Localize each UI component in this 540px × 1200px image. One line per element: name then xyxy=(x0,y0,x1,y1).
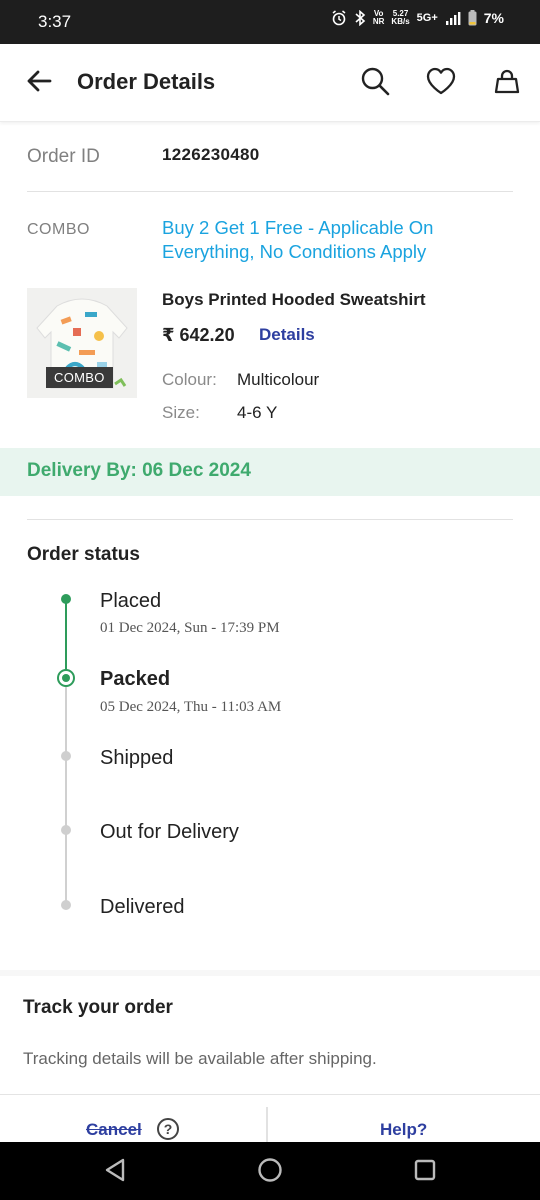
timeline-pending-line xyxy=(65,678,67,904)
nav-back-button[interactable] xyxy=(102,1158,128,1187)
step-placed-label: Placed xyxy=(100,590,162,612)
nav-home-button[interactable] xyxy=(257,1157,283,1188)
product-thumbnail[interactable]: COMBO xyxy=(27,288,137,398)
step-shipped-dot xyxy=(61,751,71,761)
page-title: Order Details xyxy=(77,69,216,94)
bag-button[interactable] xyxy=(490,66,524,100)
colour-label: Colour: xyxy=(162,370,217,389)
status-time: 3:37 xyxy=(38,12,72,31)
combo-badge: COMBO xyxy=(46,367,113,388)
square-recents-icon xyxy=(413,1158,437,1187)
system-status-bar: 3:37 Vo NR 5.27 KB/s 5G+ 7% xyxy=(0,0,540,44)
step-packed-label: Packed xyxy=(100,668,171,690)
size-label: Size: xyxy=(162,403,200,422)
step-packed-dot xyxy=(57,669,75,687)
details-link[interactable]: Details xyxy=(259,325,315,345)
status-icons: Vo NR 5.27 KB/s 5G+ 7% xyxy=(331,10,504,26)
nav-recents-button[interactable] xyxy=(412,1159,438,1185)
battery-icon xyxy=(468,10,477,26)
track-order-title: Track your order xyxy=(23,997,173,1018)
network-type: 5G+ xyxy=(416,12,438,24)
question-circle-icon[interactable]: ? xyxy=(157,1118,179,1140)
bluetooth-icon xyxy=(354,10,366,26)
delivery-date: Delivery By: 06 Dec 2024 xyxy=(27,460,251,481)
tracking-message: Tracking details will be available after… xyxy=(23,1049,377,1068)
size-value: 4-6 Y xyxy=(237,403,278,422)
step-shipped-label: Shipped xyxy=(100,747,174,769)
battery-level: 7% xyxy=(483,10,504,26)
volte-indicator: Vo NR xyxy=(372,9,385,26)
system-nav-bar xyxy=(0,1142,540,1200)
combo-label: COMBO xyxy=(27,221,90,238)
product-price: ₹ 642.20 xyxy=(162,325,235,345)
order-id-value: 1226230480 xyxy=(162,145,260,164)
speed-unit: KB/s xyxy=(391,17,410,26)
order-id-label: Order ID xyxy=(27,146,100,167)
order-status-title: Order status xyxy=(27,544,140,565)
step-delivered-dot xyxy=(61,900,71,910)
help-button[interactable]: Help? xyxy=(268,1095,540,1142)
step-placed-time: 01 Dec 2024, Sun - 17:39 PM xyxy=(100,620,280,636)
section-separator xyxy=(0,970,540,976)
step-delivered-label: Delivered xyxy=(100,896,185,918)
step-packed-time: 05 Dec 2024, Thu - 11:03 AM xyxy=(100,699,282,715)
wishlist-button[interactable] xyxy=(424,66,458,100)
bottom-action-bar: Cancel ? Help? xyxy=(0,1094,540,1142)
combo-offer-link[interactable]: Buy 2 Get 1 Free - Applicable On Everyth… xyxy=(162,216,492,264)
cancel-button[interactable]: Cancel ? xyxy=(0,1095,266,1142)
search-icon xyxy=(360,66,390,101)
delivery-banner: Delivery By: 06 Dec 2024 xyxy=(0,448,540,496)
product-name: Boys Printed Hooded Sweatshirt xyxy=(162,290,426,309)
help-label: Help? xyxy=(380,1120,428,1139)
step-out-for-delivery-dot xyxy=(61,825,71,835)
search-button[interactable] xyxy=(358,66,392,100)
divider xyxy=(27,191,513,192)
back-button[interactable] xyxy=(22,66,56,100)
signal-icon xyxy=(445,11,461,25)
heart-icon xyxy=(426,67,456,100)
bag-icon xyxy=(493,67,521,100)
colour-value: Multicolour xyxy=(237,370,320,389)
step-placed-dot xyxy=(61,594,71,604)
network-speed: 5.27 KB/s xyxy=(391,10,409,26)
cancel-label: Cancel xyxy=(86,1120,142,1139)
timeline-progress-line xyxy=(65,600,67,678)
app-header: Order Details xyxy=(0,44,540,122)
triangle-back-icon xyxy=(104,1158,126,1187)
step-out-for-delivery-label: Out for Delivery xyxy=(100,821,239,843)
divider xyxy=(27,519,513,520)
alarm-icon xyxy=(331,10,347,26)
arrow-left-icon xyxy=(26,70,52,97)
circle-home-icon xyxy=(257,1157,283,1188)
